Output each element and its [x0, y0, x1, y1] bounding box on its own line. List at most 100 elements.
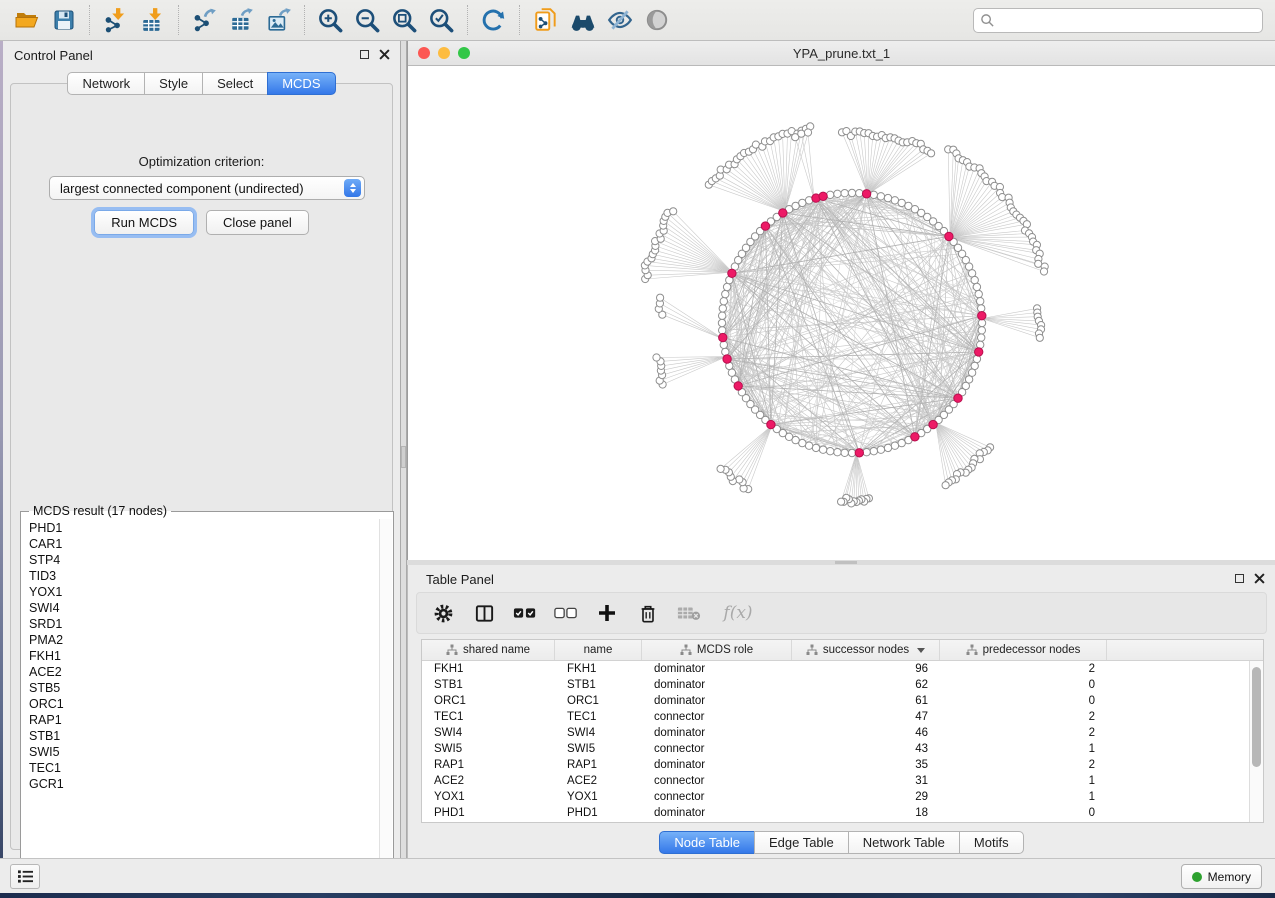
mcds-result-item[interactable]: STB1: [22, 728, 378, 744]
column-header-successor-nodes[interactable]: successor nodes: [792, 640, 940, 660]
toolbar-separator: [178, 5, 179, 35]
close-window-icon[interactable]: [418, 47, 430, 59]
zoom-in-button[interactable]: [312, 4, 349, 36]
column-header-MCDS-role[interactable]: MCDS role: [642, 640, 792, 660]
table-row[interactable]: ACE2ACE2connector311: [422, 773, 1249, 789]
select-all-rows-button[interactable]: [513, 600, 537, 626]
mcds-result-item[interactable]: SWI5: [22, 744, 378, 760]
tab-node-table[interactable]: Node Table: [659, 831, 755, 854]
tab-motifs[interactable]: Motifs: [959, 831, 1024, 854]
table-row[interactable]: FKH1FKH1dominator962: [422, 661, 1249, 677]
show-columns-button[interactable]: [472, 600, 496, 626]
tab-network-table[interactable]: Network Table: [848, 831, 960, 854]
column-header-predecessor-nodes[interactable]: predecessor nodes: [940, 640, 1107, 660]
table-row[interactable]: SWI4SWI4dominator462: [422, 725, 1249, 741]
hide-graphics-details-button[interactable]: [601, 4, 638, 36]
table-scrollbar[interactable]: [1249, 661, 1263, 822]
vertical-splitter[interactable]: [400, 41, 407, 858]
mcds-list-scrollbar[interactable]: [379, 519, 392, 874]
close-panel-icon[interactable]: [1254, 573, 1265, 584]
mcds-result-item[interactable]: YOX1: [22, 584, 378, 600]
mcds-result-item[interactable]: TEC1: [22, 760, 378, 776]
cell-MCDS-role: dominator: [642, 757, 792, 773]
splitter-grip[interactable]: [835, 561, 857, 564]
table-row[interactable]: SWI5SWI5connector431: [422, 741, 1249, 757]
run-mcds-button[interactable]: Run MCDS: [94, 210, 194, 235]
close-panel-icon[interactable]: [379, 49, 390, 60]
mcds-result-item[interactable]: FKH1: [22, 648, 378, 664]
mcds-result-item[interactable]: ACE2: [22, 664, 378, 680]
float-panel-icon[interactable]: [1235, 574, 1244, 583]
criterion-dropdown[interactable]: largest connected component (undirected): [49, 176, 365, 200]
select-all-icon: [513, 604, 537, 622]
float-panel-icon[interactable]: [360, 50, 369, 59]
table-row[interactable]: YOX1YOX1connector291: [422, 789, 1249, 805]
table-settings-button[interactable]: [431, 600, 455, 626]
mcds-result-item[interactable]: SRD1: [22, 616, 378, 632]
function-builder-button[interactable]: f(x): [718, 600, 758, 626]
list-icon: [17, 869, 34, 884]
export-table-button[interactable]: [223, 4, 260, 36]
add-column-button[interactable]: [595, 600, 619, 626]
refresh-view-button[interactable]: [475, 4, 512, 36]
network-graph[interactable]: [408, 66, 1275, 560]
mcds-result-item[interactable]: GCR1: [22, 776, 378, 792]
export-image-button[interactable]: [260, 4, 297, 36]
tab-style[interactable]: Style: [144, 72, 203, 95]
binoculars-button[interactable]: [564, 4, 601, 36]
open-session-button[interactable]: [8, 4, 45, 36]
tab-network[interactable]: Network: [67, 72, 145, 95]
zoom-out-button[interactable]: [349, 4, 386, 36]
tab-select[interactable]: Select: [202, 72, 268, 95]
table-row[interactable]: PHD1PHD1dominator180: [422, 805, 1249, 821]
tab-edge-table[interactable]: Edge Table: [754, 831, 849, 854]
cell-name: STB1: [555, 677, 642, 693]
search-field[interactable]: [973, 8, 1263, 33]
minimize-window-icon[interactable]: [438, 47, 450, 59]
mcds-result-item[interactable]: STB5: [22, 680, 378, 696]
cell-name: YOX1: [555, 789, 642, 805]
import-table-button[interactable]: [134, 4, 171, 36]
table-row[interactable]: ORC1ORC1dominator610: [422, 693, 1249, 709]
scrollbar-thumb[interactable]: [1252, 667, 1261, 767]
show-graphics-details-button[interactable]: [638, 4, 675, 36]
cell-shared-name: STB1: [422, 677, 555, 693]
task-history-button[interactable]: [10, 864, 40, 889]
maximize-window-icon[interactable]: [458, 47, 470, 59]
column-header-shared-name[interactable]: shared name: [422, 640, 555, 660]
save-session-button[interactable]: [45, 4, 82, 36]
table-row[interactable]: STB1STB1dominator620: [422, 677, 1249, 693]
delete-table-button[interactable]: [677, 600, 701, 626]
zoom-selected-button[interactable]: [423, 4, 460, 36]
mcds-result-item[interactable]: PHD1: [22, 520, 378, 536]
zoom-fit-button[interactable]: [386, 4, 423, 36]
deselect-all-rows-button[interactable]: [554, 600, 578, 626]
control-panel: Control Panel NetworkStyleSelectMCDS Opt…: [3, 41, 400, 858]
clone-network-button[interactable]: [527, 4, 564, 36]
status-bar: Memory: [0, 858, 1275, 893]
splitter-grip[interactable]: [401, 446, 406, 468]
column-header-name[interactable]: name: [555, 640, 642, 660]
zoom-selected-icon: [428, 7, 455, 34]
table-row[interactable]: RAP1RAP1dominator352: [422, 757, 1249, 773]
search-input[interactable]: [995, 14, 1256, 28]
mcds-result-item[interactable]: PMA2: [22, 632, 378, 648]
delete-column-button[interactable]: [636, 600, 660, 626]
network-window-titlebar[interactable]: YPA_prune.txt_1: [408, 41, 1275, 66]
mcds-result-item[interactable]: RAP1: [22, 712, 378, 728]
mcds-result-item[interactable]: CAR1: [22, 536, 378, 552]
close-panel-button[interactable]: Close panel: [206, 210, 309, 235]
mcds-result-item[interactable]: ORC1: [22, 696, 378, 712]
export-network-button[interactable]: [186, 4, 223, 36]
mcds-tab-pane: Optimization criterion: largest connecte…: [10, 83, 393, 850]
network-canvas[interactable]: [408, 66, 1275, 560]
mcds-result-item[interactable]: SWI4: [22, 600, 378, 616]
tab-mcds[interactable]: MCDS: [267, 72, 335, 95]
mcds-result-list[interactable]: PHD1CAR1STP4TID3YOX1SWI4SRD1PMA2FKH1ACE2…: [22, 520, 378, 873]
mcds-result-item[interactable]: TID3: [22, 568, 378, 584]
table-row[interactable]: TEC1TEC1connector472: [422, 709, 1249, 725]
memory-button[interactable]: Memory: [1181, 864, 1262, 889]
cell-shared-name: ORC1: [422, 693, 555, 709]
import-network-button[interactable]: [97, 4, 134, 36]
mcds-result-item[interactable]: STP4: [22, 552, 378, 568]
